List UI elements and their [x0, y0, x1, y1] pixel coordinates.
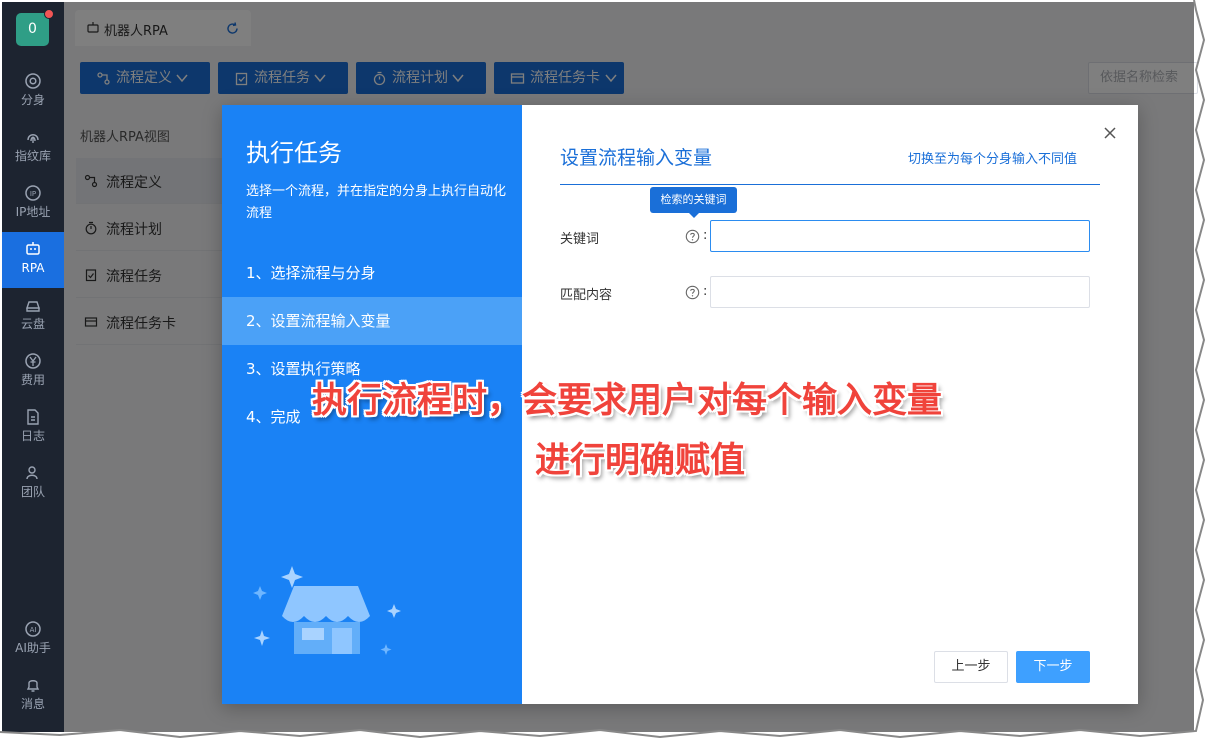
sidebar-item-rpa[interactable]: RPA: [2, 232, 64, 288]
svg-text:IP: IP: [30, 190, 36, 198]
tooltip-arrow: [689, 213, 699, 218]
keyword-input[interactable]: [710, 220, 1090, 252]
notification-dot: [44, 9, 54, 19]
sidebar-item-label: 分身: [20, 93, 45, 107]
fingerprint-icon: [27, 134, 39, 143]
sidebar-item-ip[interactable]: IP IP地址: [2, 176, 64, 232]
section-divider: [560, 184, 1100, 185]
sidebar: 0 分身 指纹库 IP IP地址 RPA 云盘 费用 日志 团队 AI AI助手…: [2, 2, 64, 732]
robot-icon: [26, 242, 40, 255]
svg-text:AI: AI: [30, 626, 37, 634]
section-title: 设置流程输入变量: [560, 147, 713, 169]
keyword-label: 关键词: [560, 232, 600, 247]
close-icon[interactable]: [1102, 125, 1118, 141]
tooltip: 检索的关键词: [650, 187, 737, 213]
sidebar-item-billing[interactable]: 费用: [2, 344, 64, 400]
ip-icon: IP: [25, 185, 41, 201]
sidebar-item-team[interactable]: 团队: [2, 456, 64, 512]
chrome-icon: [25, 73, 41, 89]
next-step-button[interactable]: 下一步: [1016, 651, 1090, 683]
colon: :: [703, 284, 708, 299]
log-icon: [27, 409, 39, 425]
cloud-drive-icon: [26, 301, 40, 312]
help-icon[interactable]: [685, 285, 700, 300]
sidebar-item-label: 消息: [20, 697, 45, 711]
sidebar-item-label: RPA: [21, 261, 45, 275]
sidebar-item-profiles[interactable]: 分身: [2, 64, 64, 120]
sidebar-item-fingerprints[interactable]: 指纹库: [2, 120, 64, 176]
annotation-line-1: 执行流程时，会要求用户对每个输入变量: [312, 381, 943, 421]
workspace-badge[interactable]: 0: [16, 13, 49, 46]
team-icon: [26, 466, 38, 480]
match-content-input[interactable]: [710, 276, 1090, 308]
yen-icon: [25, 353, 41, 369]
sidebar-item-label: AI助手: [15, 641, 51, 655]
bell-icon: [26, 680, 40, 692]
sidebar-item-label: 团队: [20, 485, 45, 499]
annotation-line-2: 进行明确赋值: [535, 441, 746, 481]
sidebar-item-label: 日志: [20, 429, 45, 443]
step-select-flow[interactable]: 1、选择流程与分身: [222, 249, 522, 297]
store-illustration: [253, 566, 401, 655]
ai-icon: AI: [25, 621, 41, 637]
sidebar-item-label: 云盘: [20, 317, 45, 331]
dialog-description: 选择一个流程，并在指定的分身上执行自动化流程: [246, 184, 507, 221]
sidebar-item-label: 费用: [20, 373, 45, 387]
switch-per-profile-link[interactable]: 切换至为每个分身输入不同值: [908, 148, 1077, 167]
step-set-variables[interactable]: 2、设置流程输入变量: [222, 297, 522, 345]
match-content-label: 匹配内容: [560, 288, 613, 303]
dialog-title: 执行任务: [246, 139, 342, 167]
sidebar-item-label: IP地址: [15, 205, 51, 219]
sidebar-item-label: 指纹库: [14, 149, 51, 163]
prev-step-button[interactable]: 上一步: [934, 651, 1008, 683]
help-icon[interactable]: [685, 229, 700, 244]
sidebar-item-messages[interactable]: 消息: [2, 668, 64, 724]
sidebar-item-ai[interactable]: AI AI助手: [2, 612, 64, 668]
colon: :: [703, 228, 708, 243]
sidebar-item-cloud-drive[interactable]: 云盘: [2, 288, 64, 344]
sidebar-item-logs[interactable]: 日志: [2, 400, 64, 456]
